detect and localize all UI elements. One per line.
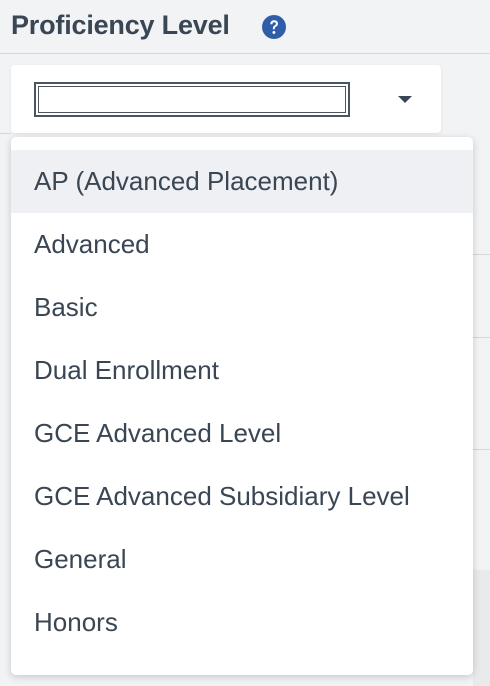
- dropdown-option[interactable]: Honors: [11, 591, 473, 654]
- dropdown-option[interactable]: AP (Advanced Placement): [11, 150, 473, 213]
- help-icon[interactable]: [261, 14, 287, 40]
- page-title: Proficiency Level: [11, 10, 230, 40]
- header: Proficiency Level: [0, 0, 490, 54]
- proficiency-level-select[interactable]: [11, 65, 441, 133]
- dropdown-option[interactable]: Advanced: [11, 213, 473, 276]
- caret-down-icon[interactable]: [398, 96, 412, 103]
- dropdown-menu: AP (Advanced Placement) Advanced Basic Dual…: [11, 137, 473, 675]
- dropdown-option[interactable]: Dual Enrollment: [11, 339, 473, 402]
- select-search-input[interactable]: [34, 82, 350, 117]
- dropdown-option[interactable]: Basic: [11, 276, 473, 339]
- dropdown-option[interactable]: GCE Advanced Subsidiary Level: [11, 465, 473, 528]
- background-panel: [473, 570, 490, 686]
- dropdown-option[interactable]: IB (Higher (HL): [11, 654, 473, 675]
- dropdown-option[interactable]: General: [11, 528, 473, 591]
- dropdown-option[interactable]: GCE Advanced Level: [11, 402, 473, 465]
